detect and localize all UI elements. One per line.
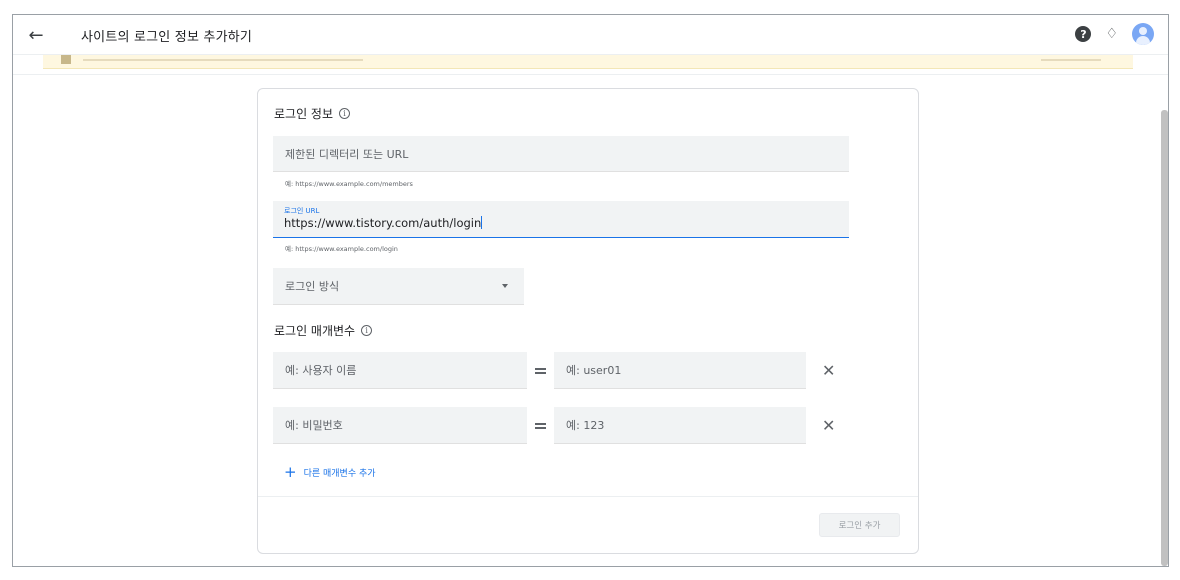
add-param-button[interactable]: + 다른 매개변수 추가 — [284, 463, 376, 481]
login-url-hint: 예: https://www.example.com/login — [285, 245, 398, 253]
bell-icon[interactable]: ♢ — [1105, 26, 1118, 42]
equals-icon — [535, 423, 546, 429]
help-circle-icon[interactable]: ? — [1075, 26, 1092, 42]
login-url-value: https://www.tistory.com/auth/login — [284, 216, 483, 230]
equals-icon — [535, 368, 546, 374]
notice-banner — [43, 55, 1133, 69]
param-name-placeholder: 예: 비밀번호 — [285, 419, 343, 432]
login-info-heading: 로그인 정보 i — [274, 105, 351, 122]
top-app-bar: ← 사이트의 로그인 정보 추가하기 ? ♢ — [13, 15, 1168, 55]
add-param-label: 다른 매개변수 추가 — [303, 468, 376, 479]
info-icon[interactable]: i — [339, 108, 351, 119]
login-params-title: 로그인 매개변수 — [274, 324, 356, 338]
restricted-directory-field[interactable]: 제한된 디렉터리 또는 URL — [273, 136, 849, 172]
banner-action-faded — [1041, 59, 1101, 61]
card-footer-divider — [258, 496, 918, 497]
login-info-title: 로그인 정보 — [274, 107, 334, 121]
login-method-select[interactable]: 로그인 방식 — [273, 268, 524, 305]
app-window: ← 사이트의 로그인 정보 추가하기 ? ♢ 로그인 정보 i 제한된 디렉터리… — [12, 14, 1169, 567]
restricted-directory-placeholder: 제한된 디렉터리 또는 URL — [285, 147, 409, 161]
banner-icon — [61, 55, 71, 64]
plus-icon: + — [284, 463, 297, 481]
page-title: 사이트의 로그인 정보 추가하기 — [81, 30, 253, 45]
close-icon[interactable]: ✕ — [822, 363, 835, 379]
login-url-field[interactable]: 로그인 URL https://www.tistory.com/auth/log… — [273, 201, 849, 238]
arrow-left-icon[interactable]: ← — [25, 24, 47, 46]
param-value-placeholder: 예: 123 — [566, 419, 605, 432]
login-method-placeholder: 로그인 방식 — [285, 280, 340, 293]
vertical-scrollbar[interactable] — [1161, 110, 1168, 566]
add-login-button[interactable]: 로그인 추가 — [819, 513, 900, 537]
param-name-placeholder: 예: 사용자 이름 — [285, 364, 357, 377]
header-divider — [13, 74, 1168, 75]
param-value-field-1[interactable]: 예: user01 — [554, 352, 806, 389]
banner-text-faded — [83, 59, 363, 61]
login-info-card: 로그인 정보 i 제한된 디렉터리 또는 URL 예: https://www.… — [257, 88, 919, 554]
param-value-field-2[interactable]: 예: 123 — [554, 407, 806, 444]
param-name-field-2[interactable]: 예: 비밀번호 — [273, 407, 527, 444]
param-name-field-1[interactable]: 예: 사용자 이름 — [273, 352, 527, 389]
param-value-placeholder: 예: user01 — [566, 364, 622, 377]
dropdown-arrow-icon — [502, 284, 508, 288]
text-caret — [481, 216, 483, 229]
account-avatar-icon[interactable] — [1132, 23, 1154, 45]
login-params-heading: 로그인 매개변수 i — [274, 322, 373, 339]
close-icon[interactable]: ✕ — [822, 418, 835, 434]
info-icon[interactable]: i — [361, 325, 373, 336]
restricted-directory-hint: 예: https://www.example.com/members — [285, 180, 413, 188]
login-url-label: 로그인 URL — [284, 207, 320, 215]
header-actions: ? ♢ — [1075, 23, 1154, 45]
